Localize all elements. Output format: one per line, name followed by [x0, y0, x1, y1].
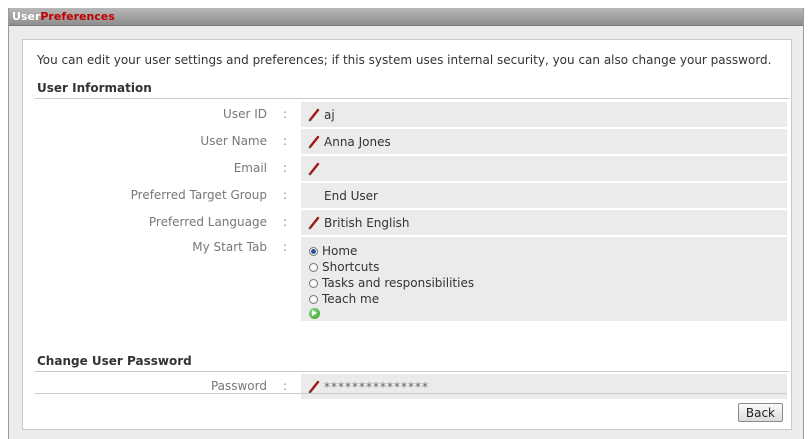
- pencil-icon[interactable]: [307, 162, 321, 176]
- pencil-icon[interactable]: [307, 108, 321, 122]
- radio-option-shortcuts[interactable]: Shortcuts: [309, 259, 474, 275]
- target-group-label: Preferred Target Group: [130, 188, 267, 202]
- password-masked-value: ***************: [324, 379, 429, 394]
- radio-button-selected[interactable]: [309, 246, 318, 256]
- start-tab-label: My Start Tab: [192, 240, 267, 254]
- user-name-value-cell: Anna Jones: [301, 129, 787, 154]
- language-value-cell: British English: [301, 210, 787, 235]
- radio-option-teach-me[interactable]: Teach me: [309, 291, 474, 307]
- back-button[interactable]: Back: [737, 403, 783, 422]
- separator: :: [283, 107, 288, 121]
- separator: :: [283, 379, 288, 393]
- email-label: Email: [233, 161, 267, 175]
- language-value: British English: [324, 215, 410, 230]
- field-row-email: Email :: [35, 156, 787, 181]
- separator: :: [283, 240, 288, 254]
- radio-label-teach-me: Teach me: [322, 292, 380, 306]
- preferences-panel: You can edit your user settings and pref…: [22, 39, 792, 430]
- window-title: UserPreferences: [9, 8, 803, 26]
- title-part-preferences: Preferences: [40, 10, 115, 23]
- divider: [35, 393, 787, 394]
- field-row-password: Password : ***************: [35, 374, 787, 399]
- email-value-cell: [301, 156, 787, 181]
- radio-label-tasks: Tasks and responsibilities: [322, 276, 475, 290]
- field-row-user-id: User ID : aj: [35, 102, 787, 127]
- go-arrow-icon[interactable]: [309, 308, 320, 319]
- separator: :: [283, 161, 288, 175]
- start-tab-radio-group: Home Shortcuts Tasks and responsibilitie…: [309, 243, 474, 319]
- user-name-label: User Name: [200, 134, 267, 148]
- start-tab-value-cell: Home Shortcuts Tasks and responsibilitie…: [301, 237, 787, 321]
- user-name-value: Anna Jones: [324, 134, 391, 149]
- pencil-icon[interactable]: [307, 216, 321, 230]
- language-label: Preferred Language: [148, 215, 267, 229]
- radio-label-shortcuts: Shortcuts: [322, 260, 380, 274]
- field-row-start-tab: My Start Tab : Home Shortcuts Tasks and …: [35, 237, 787, 321]
- user-information-header: User Information: [35, 81, 789, 99]
- field-row-language: Preferred Language : British English: [35, 210, 787, 235]
- user-id-label: User ID: [223, 107, 267, 121]
- change-password-header: Change User Password: [35, 354, 789, 372]
- field-row-user-name: User Name : Anna Jones: [35, 129, 787, 154]
- radio-button[interactable]: [309, 278, 318, 288]
- field-row-target-group: Preferred Target Group : End User: [35, 183, 787, 208]
- radio-button[interactable]: [309, 294, 318, 304]
- window-frame: UserPreferences You can edit your user s…: [8, 8, 804, 439]
- separator: :: [283, 215, 288, 229]
- radio-option-tasks[interactable]: Tasks and responsibilities: [309, 275, 474, 291]
- intro-text: You can edit your user settings and pref…: [37, 53, 772, 67]
- pencil-icon[interactable]: [307, 135, 321, 149]
- pencil-icon[interactable]: [307, 380, 321, 394]
- title-part-user: User: [12, 10, 41, 23]
- user-id-value: aj: [324, 107, 335, 122]
- separator: :: [283, 188, 288, 202]
- radio-button[interactable]: [309, 262, 318, 272]
- password-value-cell: ***************: [301, 374, 787, 399]
- radio-option-home[interactable]: Home: [309, 243, 474, 259]
- target-group-value: End User: [324, 188, 378, 203]
- radio-label-home: Home: [322, 244, 358, 258]
- user-id-value-cell: aj: [301, 102, 787, 127]
- separator: :: [283, 134, 288, 148]
- password-label: Password: [210, 379, 267, 393]
- target-group-value-cell: End User: [301, 183, 787, 208]
